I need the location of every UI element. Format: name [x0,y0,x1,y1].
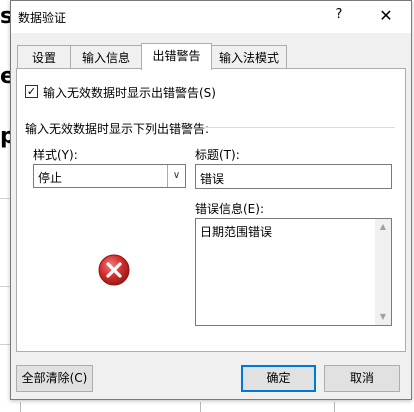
background-gridline [20,402,21,412]
message-value: 日期范围错误 [200,225,273,239]
tab-ime-mode[interactable]: 输入法模式 [211,45,287,69]
show-alert-label[interactable]: 输入无效数据时显示出错警告(S) [43,84,216,101]
scroll-up-icon[interactable]: ▲ [375,219,391,235]
error-stop-icon [98,254,130,286]
group-label: 输入无效数据时显示下列出错警告: [25,122,210,136]
ok-button[interactable]: 确定 [241,365,316,392]
close-button[interactable]: ✕ [373,5,399,27]
scroll-down-icon[interactable]: ▼ [375,309,391,325]
background-gridline [200,402,201,412]
dialog-title: 数据验证 [18,11,67,25]
data-validation-dialog: 数据验证 ? ✕ 设置 输入信息 出错警告 输入法模式 ✓ 输入无效数据时显示出… [10,0,412,400]
style-dropdown[interactable]: 停止 ∨ [33,164,186,188]
show-alert-checkbox[interactable]: ✓ [25,85,38,98]
tab-input-message[interactable]: 输入信息 [70,45,142,69]
chevron-down-icon[interactable]: ∨ [167,165,185,187]
title-input-value: 错误 [200,172,225,186]
clear-all-button[interactable]: 全部清除(C) [16,365,93,392]
style-value: 停止 [38,171,63,185]
message-textarea[interactable]: 日期范围错误 ▲ ▼ [195,218,392,326]
tab-error-alert[interactable]: 出错警告 [141,43,212,70]
help-button[interactable]: ? [329,7,349,22]
error-alert-panel: ✓ 输入无效数据时显示出错警告(S) 输入无效数据时显示下列出错警告: 样式(Y… [16,68,406,352]
tab-settings[interactable]: 设置 [17,45,71,69]
group-divider [203,127,395,128]
dialog-titlebar[interactable]: 数据验证 ? ✕ [11,1,411,33]
background-gridline [334,402,335,412]
cancel-button[interactable]: 取消 [324,365,400,392]
title-input[interactable]: 错误 [195,164,392,189]
title-label: 标题(T): [195,148,240,162]
message-label: 错误信息(E): [195,202,264,216]
message-scrollbar[interactable]: ▲ ▼ [375,219,391,325]
style-label: 样式(Y): [33,148,78,162]
